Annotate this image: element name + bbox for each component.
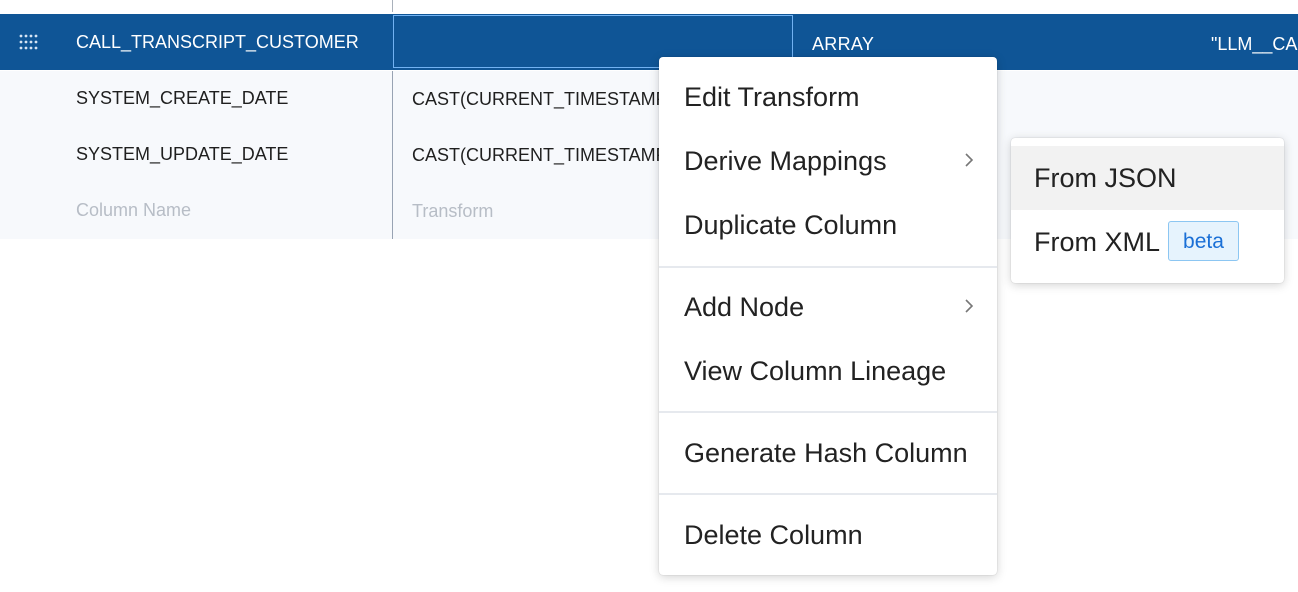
menu-item-label: Duplicate Column: [684, 210, 898, 240]
menu-item-edit-transform[interactable]: Edit Transform: [659, 71, 997, 123]
submenu-item-from-json[interactable]: From JSON: [1011, 146, 1284, 210]
submenu-item-from-xml[interactable]: From XML beta: [1011, 210, 1284, 274]
menu-item-label: Delete Column: [684, 520, 863, 550]
transform-placeholder[interactable]: Transform: [412, 200, 660, 222]
derive-mappings-submenu: From JSON From XML beta: [1011, 138, 1284, 283]
column-name-cell[interactable]: SYSTEM_UPDATE_DATE: [76, 143, 288, 165]
beta-badge: beta: [1168, 220, 1239, 261]
chevron-right-icon: [965, 299, 974, 313]
column-divider-top: [392, 0, 393, 12]
menu-item-label: Edit Transform: [684, 82, 860, 112]
column-divider: [392, 127, 393, 183]
menu-divider: [659, 266, 997, 268]
column-divider: [392, 71, 393, 127]
column-type-cell[interactable]: ARRAY: [812, 33, 874, 55]
submenu-item-label: From XML: [1034, 227, 1161, 257]
column-name-cell[interactable]: SYSTEM_CREATE_DATE: [76, 87, 288, 109]
column-name-placeholder[interactable]: Column Name: [76, 199, 191, 221]
menu-item-delete-column[interactable]: Delete Column: [659, 509, 997, 561]
transform-cell[interactable]: CAST(CURRENT_TIMESTAMP: [412, 88, 660, 110]
column-divider: [392, 183, 393, 239]
table-row-selected[interactable]: CALL_TRANSCRIPT_CUSTOMER ARRAY "LLM__CA: [0, 14, 1298, 70]
menu-item-derive-mappings[interactable]: Derive Mappings: [659, 135, 997, 187]
chevron-right-icon: [965, 153, 974, 167]
table-row[interactable]: SYSTEM_CREATE_DATE CAST(CURRENT_TIMESTAM…: [0, 71, 1298, 127]
context-menu: Edit Transform Derive Mappings Duplicate…: [659, 57, 997, 575]
menu-divider: [659, 411, 997, 413]
column-name-cell[interactable]: CALL_TRANSCRIPT_CUSTOMER: [76, 31, 359, 53]
column-expression-cell[interactable]: "LLM__CA: [1211, 33, 1298, 55]
menu-item-view-column-lineage[interactable]: View Column Lineage: [659, 345, 997, 397]
menu-item-label: Add Node: [684, 292, 805, 322]
drag-handle-icon[interactable]: [18, 33, 38, 51]
submenu-item-label: From JSON: [1034, 163, 1177, 193]
menu-item-label: View Column Lineage: [684, 356, 947, 386]
menu-divider: [659, 493, 997, 495]
menu-item-generate-hash-column[interactable]: Generate Hash Column: [659, 427, 997, 479]
menu-item-label: Derive Mappings: [684, 146, 887, 176]
menu-item-label: Generate Hash Column: [684, 438, 968, 468]
menu-item-duplicate-column[interactable]: Duplicate Column: [659, 199, 997, 251]
transform-cell[interactable]: CAST(CURRENT_TIMESTAMP: [412, 144, 660, 166]
menu-item-add-node[interactable]: Add Node: [659, 281, 997, 333]
